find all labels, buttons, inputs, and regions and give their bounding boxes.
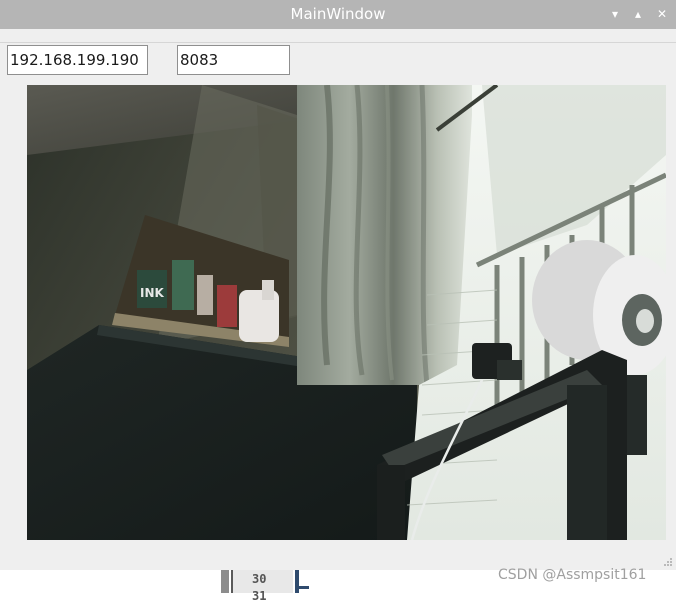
port-input[interactable] [177, 45, 290, 75]
line-number: 30 [252, 572, 267, 586]
resize-grip-icon[interactable] [663, 557, 673, 567]
main-window-client: INK [0, 29, 676, 570]
camera-video-frame: INK [27, 85, 666, 540]
close-button[interactable]: ✕ [654, 6, 670, 22]
close-icon: ✕ [656, 7, 668, 21]
maximize-button[interactable]: ▴ [630, 6, 646, 22]
window-title: MainWindow [290, 5, 386, 23]
background-editor-strip: 30 31 CSDN @Assmpsit161 [0, 567, 676, 603]
chevron-down-icon: ▾ [611, 7, 619, 21]
menubar-divider [0, 42, 676, 43]
title-bar[interactable]: MainWindow ▾ ▴ ✕ [0, 0, 676, 29]
svg-text:INK: INK [140, 286, 165, 300]
minimize-button[interactable]: ▾ [607, 6, 623, 22]
ip-address-input[interactable] [7, 45, 148, 75]
line-number-next: 31 [252, 589, 267, 603]
camera-image: INK [27, 85, 666, 540]
watermark: CSDN @Assmpsit161 [498, 567, 647, 583]
chevron-up-icon: ▴ [634, 7, 642, 21]
